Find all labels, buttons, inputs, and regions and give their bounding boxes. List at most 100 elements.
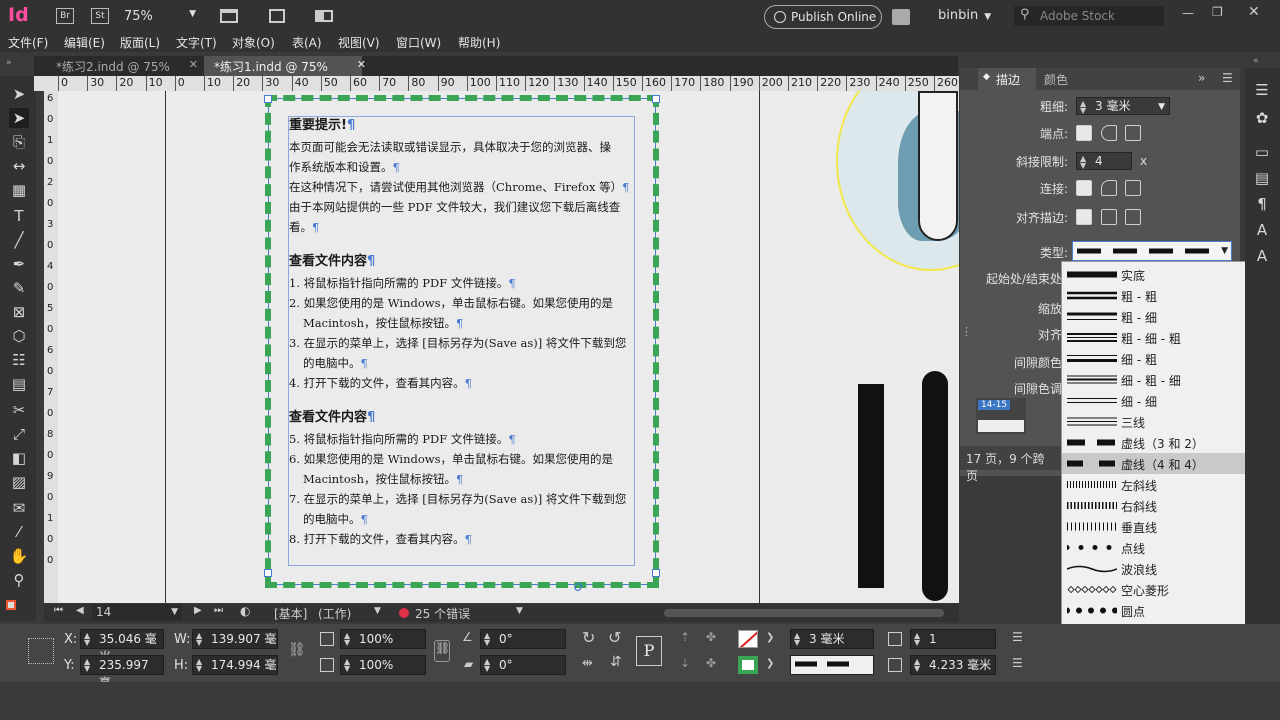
round-cap-icon[interactable]	[1101, 125, 1117, 141]
next-page-icon[interactable]: ▶	[194, 605, 202, 616]
arrange-documents-icon[interactable]	[315, 10, 333, 22]
menu-file[interactable]: 文件(F)	[8, 34, 48, 51]
path-type-icon[interactable]: P	[636, 636, 662, 666]
stroke-weight-field[interactable]: ▲ ▼ 3 毫米	[790, 629, 874, 649]
selection-tool-icon[interactable]: ➤	[9, 84, 29, 104]
first-page-icon[interactable]: ⏮	[54, 605, 63, 616]
weight-field[interactable]: ▲ ▼ 3 毫米 ▼	[1076, 97, 1170, 115]
frame-handle[interactable]	[264, 95, 272, 103]
scale-x-field[interactable]: ▲ ▼ 100%	[340, 629, 426, 649]
frame-handle[interactable]	[264, 569, 272, 577]
y-field[interactable]: ▲▼235.997 毫	[80, 655, 164, 690]
horizontal-scrollbar[interactable]	[664, 609, 944, 617]
pen-tool-icon[interactable]: ✒	[9, 254, 29, 274]
horizontal-ruler[interactable]: 0 30 20 10 0 10 20 30 40 50 60 70 80 90 100 110 120 130 14…	[34, 76, 959, 91]
character-styles-icon[interactable]: A	[1252, 246, 1272, 266]
zoom-tool-icon[interactable]: ⚲	[9, 570, 29, 590]
note-tool-icon[interactable]: ✉	[9, 498, 29, 518]
gap-tool-icon[interactable]: ↔	[9, 156, 29, 176]
stroke-color-swatch[interactable]	[738, 656, 758, 674]
hand-tool-icon[interactable]: ✋	[9, 546, 29, 566]
menu-table[interactable]: 表(A)	[292, 34, 322, 51]
share-icon[interactable]	[892, 9, 910, 25]
stepper-icon[interactable]: ▲ ▼	[914, 632, 920, 647]
type-tool-icon[interactable]: T	[9, 206, 29, 226]
panel-menu-icon[interactable]: »	[1198, 71, 1205, 85]
miter-field[interactable]: ▲ ▼ 4	[1076, 152, 1132, 170]
free-transform-tool-icon[interactable]: ⤢	[9, 424, 29, 444]
last-page-icon[interactable]: ⏭	[214, 605, 223, 616]
stepper-icon[interactable]: ▲ ▼	[344, 632, 350, 647]
stepper-icon[interactable]: ▲ ▼	[196, 658, 202, 673]
stepper-icon[interactable]: ▲ ▼	[196, 632, 202, 647]
close-icon[interactable]: ✕	[189, 58, 198, 71]
flip-vertical-icon[interactable]: ⇵	[610, 654, 622, 670]
bevel-join-icon[interactable]	[1125, 180, 1141, 196]
rotate-cw-icon[interactable]: ↻	[582, 628, 595, 647]
frame-handle[interactable]	[652, 95, 660, 103]
menu-edit[interactable]: 编辑(E)	[64, 34, 105, 51]
tab-color[interactable]: 颜色	[1044, 71, 1068, 88]
close-icon[interactable]: ✕	[357, 58, 366, 71]
view-options-icon[interactable]	[220, 9, 238, 23]
stepper-icon[interactable]: ▲ ▼	[914, 658, 920, 673]
menu-help[interactable]: 帮助(H)	[458, 34, 500, 51]
select-content-icon[interactable]: ⇣	[680, 656, 690, 670]
stock-search-field[interactable]: ⚲ Adobe Stock	[1014, 6, 1164, 26]
reference-point-icon[interactable]	[28, 638, 54, 664]
columns-field[interactable]: ▲ ▼ 1	[910, 629, 996, 649]
stepper-icon[interactable]: ▲ ▼	[1080, 100, 1086, 115]
gradient-tool-icon[interactable]: ◧	[9, 448, 29, 468]
chevron-down-icon[interactable]: ▼	[374, 606, 381, 616]
stock-button[interactable]: St	[91, 8, 109, 24]
rectangle-frame-tool-icon[interactable]: ⊠	[9, 302, 29, 322]
pasteboard[interactable]: o 重要提示!¶ 本页面可能会无法读取或错误显示，具体取决于您的浏览器、操 作系统…	[58, 91, 959, 603]
rotate-field[interactable]: ▲ ▼ 0°	[480, 629, 566, 649]
align-outside-icon[interactable]	[1125, 209, 1141, 225]
align-inside-icon[interactable]	[1101, 209, 1117, 225]
user-menu[interactable]: binbin ▼	[938, 8, 991, 23]
zoom-select[interactable]: 75% ▼	[124, 9, 200, 25]
type-select[interactable]: ▼	[1072, 241, 1232, 261]
gutter-field[interactable]: ▲ ▼ 4.233 毫米	[910, 655, 996, 675]
stroke-type-field[interactable]	[790, 655, 874, 675]
projecting-cap-icon[interactable]	[1125, 125, 1141, 141]
preflight-errors[interactable]: 25 个错误	[415, 605, 470, 622]
page-number-field[interactable]: 14 ▼	[92, 604, 182, 621]
gradient-feather-tool-icon[interactable]: ▨	[9, 472, 29, 492]
minimize-button[interactable]: —	[1182, 6, 1194, 20]
fill-none-swatch[interactable]	[738, 630, 758, 648]
stepper-icon[interactable]: ▲ ▼	[84, 658, 90, 673]
menu-type[interactable]: 文字(T)	[176, 34, 217, 51]
scissors-tool-icon[interactable]: ✂	[9, 400, 29, 420]
character-icon[interactable]: A	[1252, 220, 1272, 240]
select-container-icon[interactable]: ⇡	[680, 630, 690, 644]
out-port-icon[interactable]: o	[574, 579, 583, 595]
shear-field[interactable]: ▲ ▼ 0°	[480, 655, 566, 675]
line-tool-icon[interactable]: ╱	[9, 230, 29, 250]
grid-tool-icon[interactable]: ▤	[9, 374, 29, 394]
content-collector-icon[interactable]: ▦	[9, 180, 29, 200]
page-tool-icon[interactable]: ⎘	[9, 132, 29, 152]
constrain-scale-icon[interactable]: ⛓	[434, 640, 450, 662]
panel-options-icon[interactable]: ☰	[1222, 71, 1233, 85]
layers-icon[interactable]: ▤	[1252, 168, 1272, 188]
table-tool-icon[interactable]: ☷	[9, 350, 29, 370]
constrain-proportions-icon[interactable]: ⛓	[288, 642, 306, 658]
stroke-menu-icon[interactable]: ❯	[766, 658, 774, 669]
chevron-down-icon[interactable]: ▼	[516, 606, 523, 616]
close-button[interactable]: ✕	[1248, 4, 1260, 20]
h-field[interactable]: ▲ ▼ 174.994 毫	[192, 655, 278, 675]
stepper-icon[interactable]: ▲ ▼	[484, 658, 490, 673]
stepper-icon[interactable]: ▲ ▼	[484, 632, 490, 647]
select-next-icon[interactable]: ✤	[706, 656, 716, 670]
align-top-icon[interactable]: ☰	[1012, 630, 1023, 644]
previous-page-icon[interactable]: ◀	[76, 605, 84, 616]
flip-horizontal-icon[interactable]: ⇹	[582, 656, 593, 671]
tab-doc-2[interactable]: *练习2.indd @ 75% ✕	[46, 56, 198, 76]
dock-collapse-icon[interactable]: «	[1253, 56, 1259, 66]
page-thumb[interactable]	[978, 420, 1024, 432]
menu-view[interactable]: 视图(V)	[338, 34, 380, 51]
restore-button[interactable]: ❐	[1212, 5, 1223, 19]
pencil-tool-icon[interactable]: ✎	[9, 278, 29, 298]
